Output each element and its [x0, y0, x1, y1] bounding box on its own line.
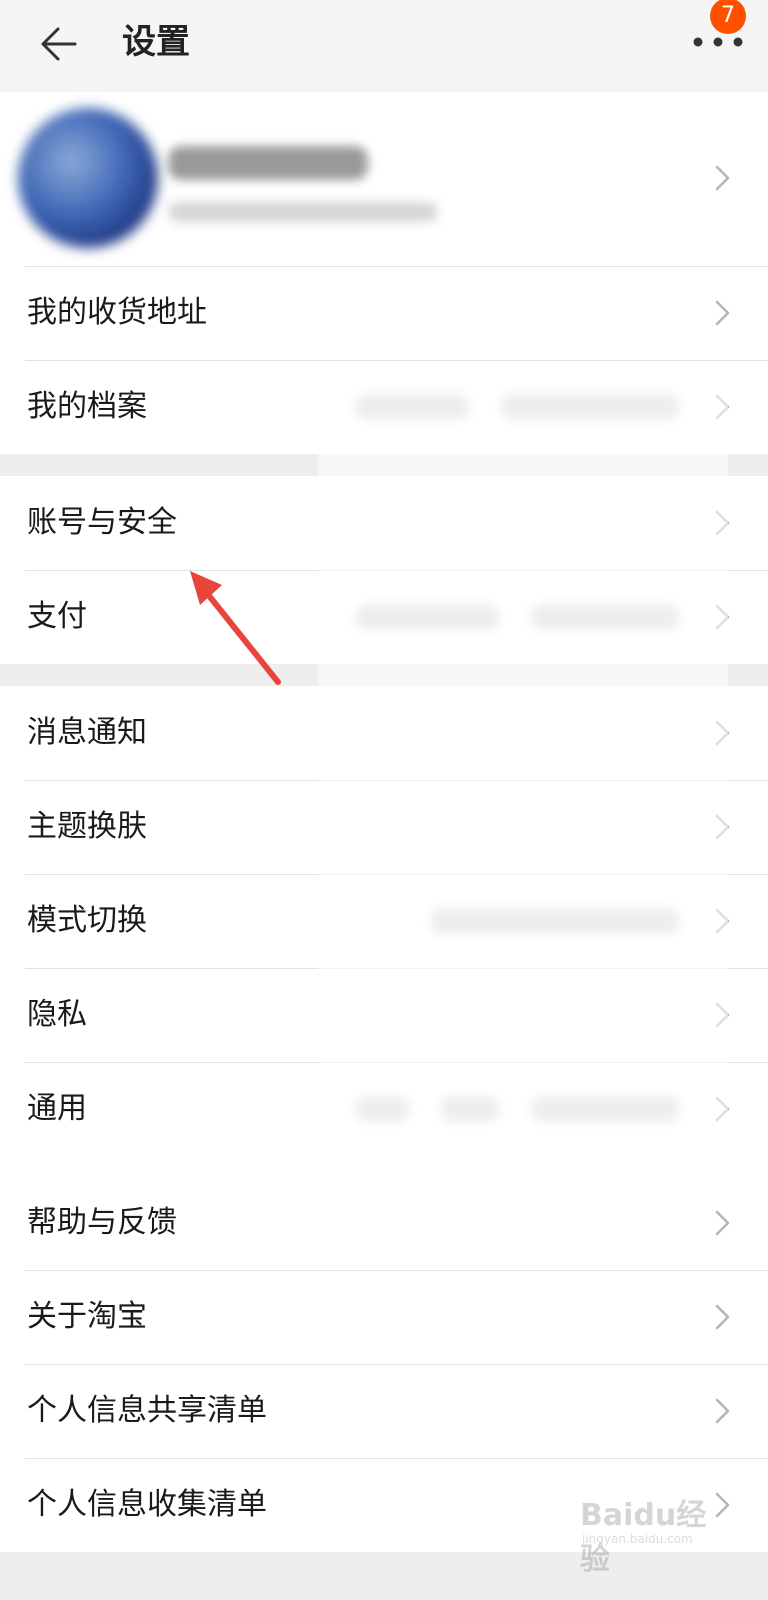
account-id-blurred — [168, 202, 438, 222]
notification-badge: 7 — [710, 0, 746, 34]
chevron-right-icon — [715, 165, 730, 191]
settings-item-label: 我的档案 — [27, 389, 147, 424]
page-title: 设置 — [122, 22, 190, 62]
settings-item-info-sharing-list[interactable]: 个人信息共享清单 — [0, 1364, 768, 1458]
annotation-arrow-icon — [190, 571, 281, 685]
back-arrow-icon[interactable] — [36, 22, 80, 66]
settings-item-label: 支付 — [27, 599, 87, 634]
privacy-blur-overlay — [318, 390, 728, 1180]
nickname-blurred — [168, 146, 368, 180]
settings-item-label: 关于淘宝 — [27, 1299, 147, 1334]
avatar — [18, 108, 158, 248]
settings-item-help-feedback[interactable]: 帮助与反馈 — [0, 1176, 768, 1270]
settings-item-label: 主题换肤 — [27, 809, 147, 844]
settings-item-label: 账号与安全 — [27, 505, 177, 540]
settings-item-label: 个人信息收集清单 — [27, 1487, 267, 1522]
chevron-right-icon — [715, 1398, 730, 1424]
more-options-icon[interactable] — [690, 30, 746, 54]
chevron-right-icon — [715, 1304, 730, 1330]
settings-item-label: 我的收货地址 — [27, 295, 207, 330]
settings-item-shipping-address[interactable]: 我的收货地址 — [0, 266, 768, 360]
top-bar: 设置 7 — [0, 0, 768, 92]
watermark-subtext: jingyan.baidu.com — [582, 1532, 693, 1546]
settings-item-label: 模式切换 — [27, 903, 147, 938]
settings-item-label: 通用 — [27, 1091, 87, 1126]
settings-item-label: 消息通知 — [27, 715, 147, 750]
settings-item-about-taobao[interactable]: 关于淘宝 — [0, 1270, 768, 1364]
chevron-right-icon — [715, 300, 730, 326]
settings-item-label: 帮助与反馈 — [27, 1205, 177, 1240]
chevron-right-icon — [715, 1210, 730, 1236]
watermark: Baidu经验 jingyan.baidu.com — [580, 1490, 730, 1577]
settings-item-label: 隐私 — [27, 997, 87, 1032]
settings-item-label: 个人信息共享清单 — [27, 1393, 267, 1428]
